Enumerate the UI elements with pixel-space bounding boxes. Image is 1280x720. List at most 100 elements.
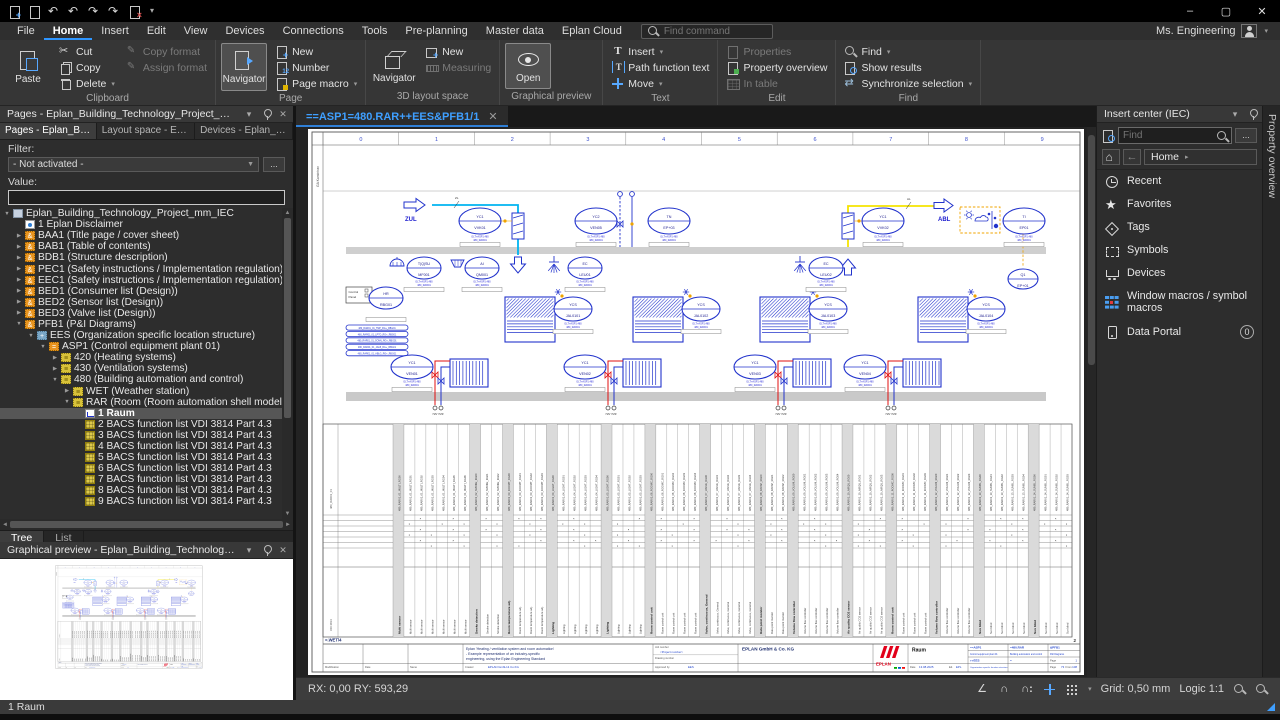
expand-icon[interactable]: ▶ [14, 288, 24, 294]
collapse-icon[interactable]: ▼ [14, 321, 24, 327]
ribbon-cut-button[interactable]: Cut [56, 44, 118, 59]
tree-item[interactable]: 6 BACS function list VDI 3814 Part 4.3 [0, 463, 282, 474]
breadcrumb[interactable]: Home ▸ [1144, 149, 1257, 165]
canvas-vertical-scrollbar[interactable] [1087, 127, 1096, 677]
collapse-icon[interactable]: ▼ [62, 399, 72, 405]
menu-devices[interactable]: Devices [216, 22, 273, 40]
object-snap-icon[interactable] [999, 683, 1012, 696]
scroll-up-icon[interactable]: ▲ [285, 208, 291, 218]
menu-insert[interactable]: Insert [92, 22, 138, 40]
insert-item-favorites[interactable]: Favorites [1097, 193, 1262, 216]
find-in-results-icon[interactable] [1102, 129, 1115, 142]
expand-icon[interactable]: ▶ [14, 266, 24, 272]
expand-icon[interactable]: ▶ [14, 277, 24, 283]
ribbon-navigator-button[interactable]: Navigator [221, 43, 267, 91]
tree-item[interactable]: 3 BACS function list VDI 3814 Part 4.3 [0, 430, 282, 441]
tree-item[interactable]: ▶PEC1 (Safety instructions / Implementat… [0, 263, 282, 274]
tree-item[interactable]: ▼EES (Organization specific location str… [0, 330, 282, 341]
back-button[interactable] [1123, 149, 1141, 165]
tree-vertical-scrollbar[interactable]: ▲ ▼ [282, 208, 293, 519]
tree-item[interactable]: 7 BACS function list VDI 3814 Part 4.3 [0, 474, 282, 485]
filter-combo[interactable]: - Not activated - ▼ [8, 157, 259, 172]
panel-tab-0[interactable]: Pages - Eplan_Building_... [0, 123, 97, 139]
document-tab[interactable]: ==ASP1=480.RAR++EES&PFB1/1✕ [296, 106, 508, 127]
tree-item[interactable]: ▼ASP1 (Control equipment plant 01) [0, 341, 282, 352]
tree-item[interactable]: ▶BED2 (Sensor list (Design)) [0, 297, 282, 308]
ribbon-path-function-text-button[interactable]: Path function text [608, 60, 712, 75]
tree-item[interactable]: ▶BED3 (Valve list (Design)) [0, 308, 282, 319]
panel-menu-icon[interactable]: ▾ [1229, 109, 1241, 120]
tab-close-icon[interactable]: ✕ [488, 110, 497, 123]
tree-item[interactable]: 1 Eplan Disclaimer [0, 219, 282, 230]
menu-pre-planning[interactable]: Pre-planning [396, 22, 476, 40]
scroll-thumb[interactable] [1088, 135, 1095, 365]
ribbon-open-button[interactable]: Open [505, 43, 551, 89]
find-command-box[interactable] [641, 24, 773, 39]
tree-item[interactable]: ▶WET (Weather station) [0, 386, 282, 397]
tree-item[interactable]: 9 BACS function list VDI 3814 Part 4.3 [0, 496, 282, 507]
tree-item[interactable]: 4 BACS function list VDI 3814 Part 4.3 [0, 441, 282, 452]
resize-grip-icon[interactable] [1267, 703, 1275, 711]
schematic-sheet[interactable]: 0123456789GA Kamintran2ZULZLABLAL480_RAR… [308, 129, 1084, 675]
collapse-icon[interactable]: ▼ [50, 377, 60, 383]
snap-points-icon[interactable] [1021, 683, 1034, 696]
insert-center-search[interactable] [1118, 127, 1232, 144]
ribbon-find-button[interactable]: Find▾ [841, 44, 975, 59]
tree-item[interactable]: ▶430 (Ventilation systems) [0, 363, 282, 374]
zoom-window-icon[interactable] [1233, 683, 1246, 696]
panel-tab-2[interactable]: Devices - Eplan_Building... [195, 123, 293, 139]
insert-item-data-portal[interactable]: Data Portal0 [1097, 320, 1262, 344]
tree-item[interactable]: ▶BED1 (Consumer list (Design)) [0, 286, 282, 297]
insert-item-devices[interactable]: Devices [1097, 262, 1262, 285]
menu-home[interactable]: Home [44, 22, 93, 40]
tree-item[interactable]: ▶BDB1 (Structure description) [0, 252, 282, 263]
zoom-icon[interactable] [1255, 683, 1268, 696]
scroll-left-icon[interactable]: ◄ [2, 520, 8, 530]
grid-toggle-icon[interactable] [1065, 683, 1078, 696]
maximize-button[interactable]: ▢ [1208, 0, 1244, 22]
expand-icon[interactable]: ▶ [14, 244, 24, 250]
grid-caret-icon[interactable]: ▾ [1088, 685, 1092, 693]
tree-item[interactable]: 1 Raum [0, 408, 282, 419]
property-overview-tab[interactable]: Property overview [1262, 106, 1280, 677]
menu-connections[interactable]: Connections [274, 22, 353, 40]
panel-menu-icon[interactable]: ▾ [243, 545, 255, 556]
scroll-thumb[interactable] [10, 521, 283, 528]
ribbon-page-macro-button[interactable]: Page macro▾ [272, 76, 360, 91]
close-icon[interactable]: ✕ [277, 109, 289, 120]
insert-item-recent[interactable]: Recent [1097, 170, 1262, 193]
scroll-thumb[interactable] [284, 218, 291, 418]
menu-file[interactable]: File [8, 22, 44, 40]
ribbon-move-button[interactable]: Move▾ [608, 76, 712, 91]
ribbon-property-overview-button[interactable]: Property overview [723, 60, 830, 75]
menu-master-data[interactable]: Master data [477, 22, 553, 40]
scroll-right-icon[interactable]: ► [285, 520, 291, 530]
ribbon-new-button[interactable]: New [422, 44, 494, 59]
ribbon-delete-button[interactable]: Delete▾ [56, 76, 118, 91]
expand-icon[interactable]: ▶ [14, 255, 24, 261]
menu-eplan-cloud[interactable]: Eplan Cloud [553, 22, 631, 40]
insert-center-more-button[interactable]: ... [1235, 128, 1257, 143]
pin-icon[interactable] [1246, 108, 1258, 121]
ribbon-copy-button[interactable]: Copy [56, 60, 118, 75]
ribbon-number-button[interactable]: Number [272, 60, 360, 75]
expand-icon[interactable]: ▶ [14, 233, 24, 239]
pin-icon[interactable] [260, 544, 272, 557]
tree-item[interactable]: ▼RAR (Room (Room automation shell model)… [0, 397, 282, 408]
ribbon-navigator-button[interactable]: Navigator [371, 43, 417, 89]
tree-item[interactable]: ▶BAB1 (Table of contents) [0, 241, 282, 252]
insert-center-search-input[interactable] [1123, 130, 1213, 141]
tree-item[interactable]: 8 BACS function list VDI 3814 Part 4.3 [0, 485, 282, 496]
tree-item[interactable]: ▼480 (Building automation and control) [0, 374, 282, 385]
pin-icon[interactable] [260, 108, 272, 121]
ribbon-new-button[interactable]: New [272, 44, 360, 59]
user-avatar[interactable] [1241, 24, 1257, 38]
close-icon[interactable]: ✕ [277, 545, 289, 556]
tree-item[interactable]: ▶EEC1 (Safety instructions / Implementat… [0, 275, 282, 286]
ribbon-synchronize-selection-button[interactable]: Synchronize selection▾ [841, 76, 975, 91]
tree-item[interactable]: ▶BAA1 (Title page / cover sheet) [0, 230, 282, 241]
menu-view[interactable]: View [175, 22, 217, 40]
expand-icon[interactable]: ▶ [62, 388, 72, 394]
close-button[interactable]: ✕ [1244, 0, 1280, 22]
insert-item-window-macros-symbol-macros[interactable]: Window macros / symbol macros [1097, 285, 1262, 320]
